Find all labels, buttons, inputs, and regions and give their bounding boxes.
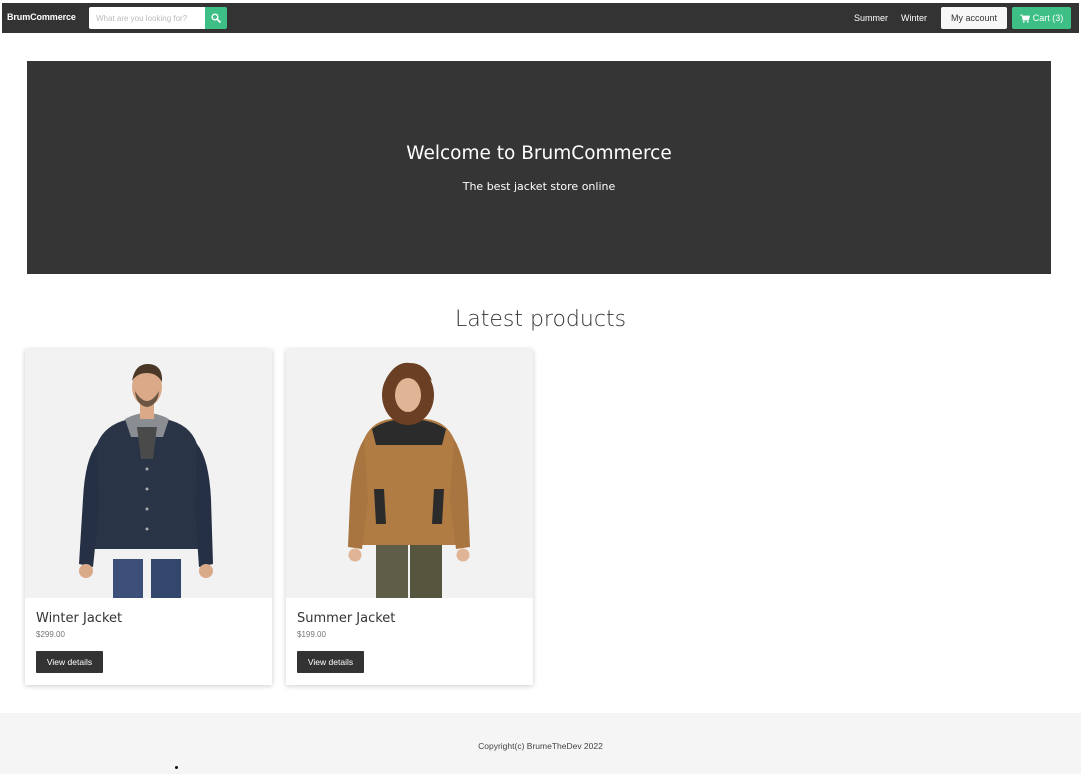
hero-banner: Welcome to BrumCommerce The best jacket … [27,61,1051,274]
cursor-dot [175,766,178,769]
my-account-label: My account [950,13,998,23]
view-details-label: View details [307,657,354,667]
navbar: BrumCommerce Summer Winter My account Ca… [2,3,1079,33]
product-name: Winter Jacket [36,611,123,626]
product-image[interactable] [25,349,272,598]
nav-link-summer[interactable]: Summer [854,13,888,23]
product-card: Summer Jacket $199.00 View details [286,349,533,685]
hero-subtitle: The best jacket store online [462,180,616,193]
product-image[interactable] [286,349,533,598]
product-card: Winter Jacket $299.00 View details [25,349,272,685]
view-details-label: View details [46,657,93,667]
view-details-button[interactable]: View details [297,651,364,673]
product-price: $199.00 [297,630,326,639]
nav-link-winter[interactable]: Winter [901,13,927,23]
hero-title: Welcome to BrumCommerce [406,143,672,164]
brand-logo[interactable]: BrumCommerce [7,12,76,22]
footer: Copyright(c) BrumeTheDev 2022 [0,713,1081,774]
product-price: $299.00 [36,630,65,639]
my-account-button[interactable]: My account [941,7,1007,29]
product-name: Summer Jacket [297,611,396,626]
cart-icon [1019,14,1030,23]
cart-button[interactable]: Cart (3) [1012,7,1071,29]
search-icon [211,13,221,23]
cart-label: Cart (3) [1032,13,1064,23]
search-button[interactable] [205,7,227,29]
latest-products-heading: Latest products [454,307,627,332]
view-details-button[interactable]: View details [36,651,103,673]
copyright-text: Copyright(c) BrumeTheDev 2022 [478,741,603,751]
search-input[interactable] [89,7,205,29]
